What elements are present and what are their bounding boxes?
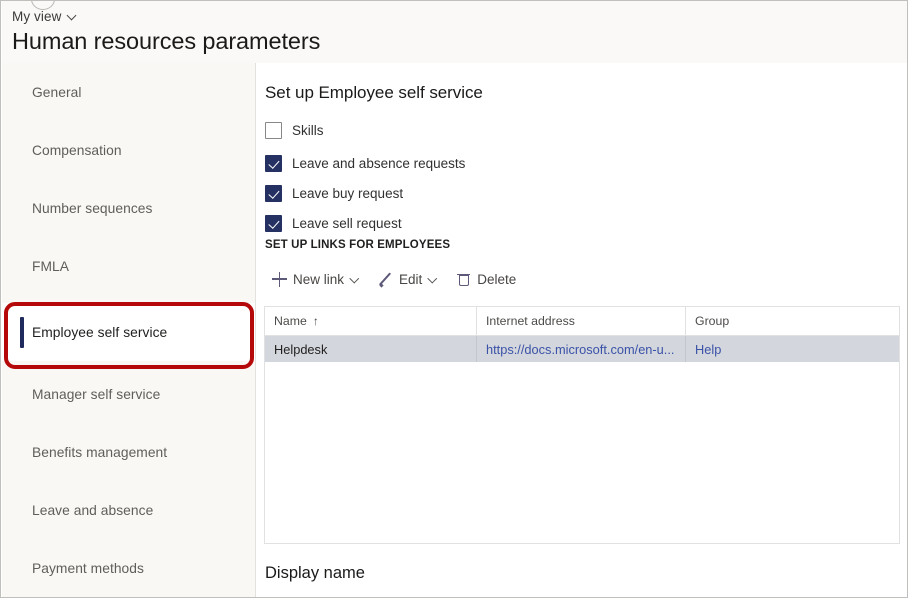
chevron-down-icon[interactable]	[350, 274, 360, 284]
sidebar-item-manager-self-service[interactable]: Manager self service	[2, 365, 255, 423]
edit-button[interactable]: Edit	[369, 265, 447, 293]
app-window: My view Human resources parameters Gener…	[0, 0, 908, 598]
checkbox-leave-and-absence-requests[interactable]: Leave and absence requests	[265, 152, 465, 174]
main-content: Set up Employee self service Skills Leav…	[257, 63, 907, 597]
links-grid: Name ↑ Internet address Group Helpdesk h…	[264, 306, 900, 544]
sidebar-item-leave-and-absence[interactable]: Leave and absence	[2, 481, 255, 539]
sort-ascending-icon: ↑	[312, 314, 319, 328]
sidebar-item-label: Employee self service	[32, 324, 168, 340]
pencil-icon	[378, 272, 393, 287]
checkbox-label: Skills	[292, 122, 324, 138]
trash-icon	[456, 272, 471, 287]
cell-name[interactable]: Helpdesk	[265, 336, 477, 362]
section-title: Set up Employee self service	[265, 83, 483, 102]
sidebar-item-label: General	[32, 84, 82, 100]
chevron-down-icon	[67, 11, 78, 22]
checkbox-box[interactable]	[265, 154, 282, 172]
sidebar-item-label: Manager self service	[32, 386, 161, 402]
page-title: Human resources parameters	[12, 28, 321, 54]
sidebar-item-fmla[interactable]: FMLA	[2, 237, 255, 295]
checkbox-box[interactable]	[265, 184, 282, 202]
sidebar-item-label: Leave and absence	[32, 502, 154, 518]
cell-group[interactable]: Help	[686, 336, 899, 362]
checkbox-label: Leave buy request	[292, 185, 404, 201]
column-header-name[interactable]: Name ↑	[265, 307, 477, 335]
table-row[interactable]: Helpdesk https://docs.microsoft.com/en-u…	[265, 336, 899, 362]
column-header-label: Internet address	[486, 314, 575, 328]
sidebar-item-general[interactable]: General	[2, 63, 255, 121]
new-link-label: New link	[293, 271, 345, 287]
column-header-internet-address[interactable]: Internet address	[477, 307, 686, 335]
display-name-label: Display name	[265, 564, 365, 582]
delete-label: Delete	[477, 271, 517, 287]
sidebar-item-number-sequences[interactable]: Number sequences	[2, 179, 255, 237]
sidebar-item-label: Payment methods	[32, 560, 144, 576]
sidebar-nav: General Compensation Number sequences FM…	[2, 63, 256, 597]
new-link-button[interactable]: New link	[263, 265, 369, 293]
view-selector[interactable]: My view	[12, 9, 78, 24]
column-header-label: Name	[274, 314, 307, 328]
sidebar-item-label: Number sequences	[32, 200, 153, 216]
checkbox-box[interactable]	[265, 121, 282, 139]
sidebar-item-benefits-management[interactable]: Benefits management	[2, 423, 255, 481]
column-header-label: Group	[695, 314, 730, 328]
checkbox-label: Leave sell request	[292, 215, 402, 231]
sidebar-item-label: Compensation	[32, 142, 122, 158]
grid-header-row: Name ↑ Internet address Group	[265, 307, 899, 336]
checkbox-label: Leave and absence requests	[292, 155, 466, 171]
checkbox-leave-sell-request[interactable]: Leave sell request	[265, 212, 402, 234]
page-header: My view Human resources parameters	[2, 1, 907, 63]
sidebar-item-label: FMLA	[32, 258, 69, 274]
sidebar-item-employee-self-service[interactable]: Employee self service	[2, 303, 255, 361]
grid-toolbar: New link Edit Delete	[263, 265, 525, 293]
plus-icon	[272, 271, 287, 287]
checkbox-box[interactable]	[265, 214, 282, 232]
sidebar-item-compensation[interactable]: Compensation	[2, 121, 255, 179]
subsection-title: SET UP LINKS FOR EMPLOYEES	[265, 239, 451, 251]
sidebar-item-payment-methods[interactable]: Payment methods	[2, 539, 255, 597]
view-selector-label: My view	[12, 9, 62, 24]
checkbox-leave-buy-request[interactable]: Leave buy request	[265, 182, 403, 204]
checkbox-skills[interactable]: Skills	[265, 119, 324, 141]
sidebar-item-label: Benefits management	[32, 444, 168, 460]
cell-internet-address[interactable]: https://docs.microsoft.com/en-u...	[477, 336, 686, 362]
edit-label: Edit	[399, 271, 423, 287]
selected-indicator-bar	[20, 317, 24, 348]
chevron-down-icon[interactable]	[428, 274, 438, 284]
delete-button[interactable]: Delete	[447, 265, 525, 293]
column-header-group[interactable]: Group	[686, 307, 899, 335]
